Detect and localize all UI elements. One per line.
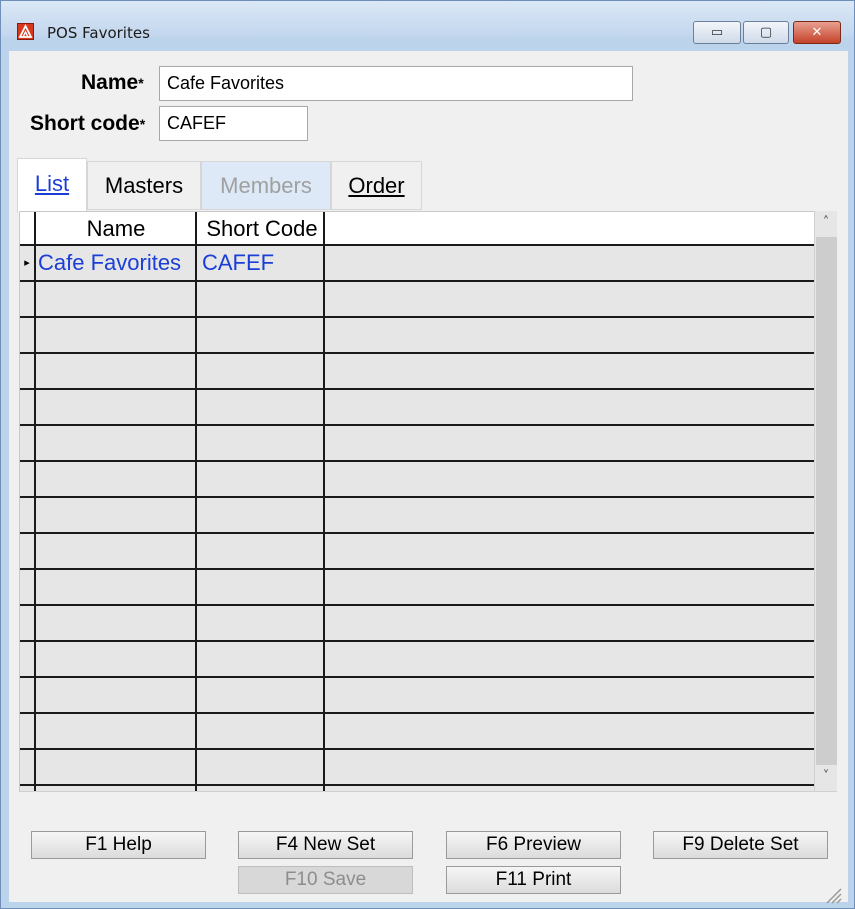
empty-table-row[interactable] bbox=[20, 606, 815, 642]
vertical-scrollbar[interactable]: ˄ ˅ bbox=[814, 211, 837, 791]
favorites-grid[interactable]: Name Short Code ▸ Cafe Favorites CAFEF bbox=[19, 211, 815, 792]
name-label-text: Name bbox=[81, 71, 139, 94]
current-row-indicator-icon: ▸ bbox=[24, 257, 30, 269]
empty-table-row[interactable] bbox=[20, 426, 815, 462]
grid-header-row: Name Short Code bbox=[20, 212, 815, 246]
short-code-field[interactable] bbox=[159, 106, 308, 141]
tab-members: Members bbox=[201, 161, 331, 210]
column-divider-2 bbox=[323, 212, 325, 792]
preview-button[interactable]: F6 Preview bbox=[446, 831, 621, 859]
table-row[interactable]: ▸ Cafe Favorites CAFEF bbox=[20, 246, 815, 282]
minimize-button[interactable]: ▭ bbox=[693, 21, 741, 44]
tab-order-label: Order bbox=[348, 173, 405, 198]
short-code-label: Short code* bbox=[30, 112, 145, 136]
minimize-icon: ▭ bbox=[710, 25, 724, 40]
close-button[interactable]: ✕ bbox=[793, 21, 841, 44]
column-divider-1 bbox=[195, 212, 197, 792]
empty-table-row[interactable] bbox=[20, 534, 815, 570]
app-logo-icon bbox=[17, 23, 34, 40]
window-title: POS Favorites bbox=[47, 24, 150, 42]
tab-list[interactable]: List bbox=[17, 158, 87, 213]
tab-masters[interactable]: Masters bbox=[87, 161, 201, 210]
cell-short-code[interactable]: CAFEF bbox=[202, 246, 323, 280]
close-icon: ✕ bbox=[811, 25, 823, 40]
empty-table-row[interactable] bbox=[20, 642, 815, 678]
tab-list-label: List bbox=[34, 171, 70, 196]
help-button[interactable]: F1 Help bbox=[31, 831, 206, 859]
maximize-icon: ▢ bbox=[759, 25, 773, 40]
scrollbar-thumb[interactable] bbox=[816, 237, 837, 765]
delete-set-button[interactable]: F9 Delete Set bbox=[653, 831, 828, 859]
resize-grip-icon[interactable] bbox=[821, 883, 843, 905]
short-code-required-marker: * bbox=[139, 116, 146, 132]
empty-table-row[interactable] bbox=[20, 678, 815, 714]
cell-name[interactable]: Cafe Favorites bbox=[38, 246, 195, 280]
tab-members-label: Members bbox=[220, 173, 312, 198]
maximize-button[interactable]: ▢ bbox=[743, 21, 789, 44]
empty-table-row[interactable] bbox=[20, 462, 815, 498]
empty-table-row[interactable] bbox=[20, 714, 815, 750]
empty-table-row[interactable] bbox=[20, 318, 815, 354]
title-bar[interactable]: POS Favorites ▭ ▢ ✕ bbox=[1, 1, 854, 44]
pos-favorites-window: POS Favorites ▭ ▢ ✕ Name* Short code* Li… bbox=[0, 0, 855, 909]
print-button[interactable]: F11 Print bbox=[446, 866, 621, 894]
empty-table-row[interactable] bbox=[20, 282, 815, 318]
empty-table-row[interactable] bbox=[20, 390, 815, 426]
grid-footer-strip bbox=[19, 791, 837, 816]
name-label: Name* bbox=[81, 71, 144, 95]
empty-table-row[interactable] bbox=[20, 570, 815, 606]
empty-table-row[interactable] bbox=[20, 498, 815, 534]
row-indicator-divider bbox=[34, 212, 36, 792]
tab-order[interactable]: Order bbox=[331, 161, 422, 210]
column-header-name[interactable]: Name bbox=[36, 212, 196, 246]
save-button: F10 Save bbox=[238, 866, 413, 894]
scroll-up-icon[interactable]: ˄ bbox=[815, 211, 837, 235]
name-field[interactable] bbox=[159, 66, 633, 101]
column-header-short-code[interactable]: Short Code bbox=[198, 212, 326, 246]
scroll-down-icon[interactable]: ˅ bbox=[815, 765, 837, 789]
short-code-label-text: Short code bbox=[30, 112, 140, 135]
empty-table-row[interactable] bbox=[20, 354, 815, 390]
name-required-marker: * bbox=[138, 75, 144, 91]
tab-masters-label: Masters bbox=[104, 173, 184, 198]
new-set-button[interactable]: F4 New Set bbox=[238, 831, 413, 859]
empty-table-row[interactable] bbox=[20, 750, 815, 786]
